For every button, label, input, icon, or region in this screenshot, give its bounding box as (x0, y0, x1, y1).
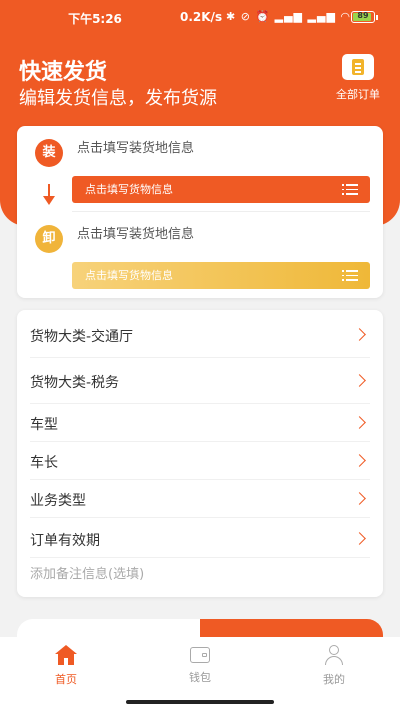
battery-level: 89 (357, 11, 369, 20)
unload-cargo-button[interactable]: 点击填写货物信息 (72, 262, 370, 289)
wallet-icon (190, 647, 210, 663)
chevron-right-icon (353, 416, 366, 429)
wifi-icon: ◠ (340, 10, 352, 23)
form-row-label: 业务类型 (30, 493, 86, 509)
remark-input[interactable]: 添加备注信息(选填) (30, 563, 144, 582)
unload-badge: 卸 (35, 225, 63, 253)
divider (72, 211, 370, 212)
chevron-right-icon (353, 328, 366, 341)
list-icon (342, 270, 358, 281)
home-indicator (126, 700, 274, 704)
unload-cargo-label: 点击填写货物信息 (85, 269, 173, 282)
form-row-vehicle-type[interactable]: 车型 (30, 404, 370, 442)
form-row-business-type[interactable]: 业务类型 (30, 480, 370, 518)
all-orders-label: 全部订单 (336, 88, 380, 101)
form-row-cargo-category-traffic[interactable]: 货物大类-交通厅 (30, 310, 370, 358)
list-icon (342, 184, 358, 195)
status-bar: 下午5:26 0.2K/s ✱ ⊘ ⏰ ▂▄▆ ▂▄▆ ◠ 89 (0, 0, 400, 30)
order-form-card: 货物大类-交通厅 货物大类-税务 车型 车长 业务类型 订单有效期 添加备注信息… (17, 310, 383, 597)
bluetooth-icon: ✱ (226, 10, 237, 23)
tab-label: 我的 (323, 673, 345, 686)
chevron-right-icon (353, 532, 366, 545)
form-row-order-validity[interactable]: 订单有效期 (30, 518, 370, 558)
page-subtitle: 编辑发货信息，发布货源 (19, 88, 217, 109)
form-row-label: 车长 (30, 455, 58, 471)
signal-icon: ▂▄▆ (274, 10, 304, 23)
load-cargo-label: 点击填写货物信息 (85, 183, 173, 196)
tab-mine[interactable]: 我的 (294, 645, 374, 687)
orders-icon (342, 54, 374, 80)
route-card: 装 点击填写装货地信息 点击填写货物信息 卸 点击填写装货地信息 点击填写货物信… (17, 126, 383, 298)
tab-home[interactable]: 首页 (26, 645, 106, 687)
form-row-label: 货物大类-交通厅 (30, 329, 134, 345)
mute-icon: ⊘ (240, 10, 251, 23)
status-icons: ✱ ⊘ ⏰ ▂▄▆ ▂▄▆ ◠ (226, 10, 351, 23)
person-icon (324, 645, 344, 665)
chevron-right-icon (353, 374, 366, 387)
form-row-label: 车型 (30, 417, 58, 433)
network-speed: 0.2K/s (180, 10, 223, 24)
tab-wallet[interactable]: 钱包 (160, 645, 240, 685)
battery-icon: 89 (351, 11, 375, 23)
tab-label: 钱包 (189, 671, 211, 684)
form-row-vehicle-length[interactable]: 车长 (30, 442, 370, 480)
alarm-icon: ⏰ (255, 10, 271, 23)
form-row-cargo-category-tax[interactable]: 货物大类-税务 (30, 358, 370, 404)
load-address-field[interactable]: 点击填写装货地信息 (77, 137, 194, 156)
status-time: 下午5:26 (68, 12, 122, 26)
tab-label: 首页 (55, 673, 77, 686)
page-title: 快速发货 (19, 60, 108, 85)
home-icon (55, 645, 77, 665)
load-cargo-button[interactable]: 点击填写货物信息 (72, 176, 370, 203)
signal-icon: ▂▄▆ (307, 10, 336, 23)
form-row-label: 货物大类-税务 (30, 375, 120, 391)
chevron-right-icon (353, 454, 366, 467)
form-row-label: 订单有效期 (30, 533, 100, 549)
unload-address-field[interactable]: 点击填写装货地信息 (77, 223, 194, 242)
chevron-right-icon (353, 492, 366, 505)
all-orders-button[interactable]: 全部订单 (328, 54, 388, 102)
load-badge: 装 (35, 139, 63, 167)
